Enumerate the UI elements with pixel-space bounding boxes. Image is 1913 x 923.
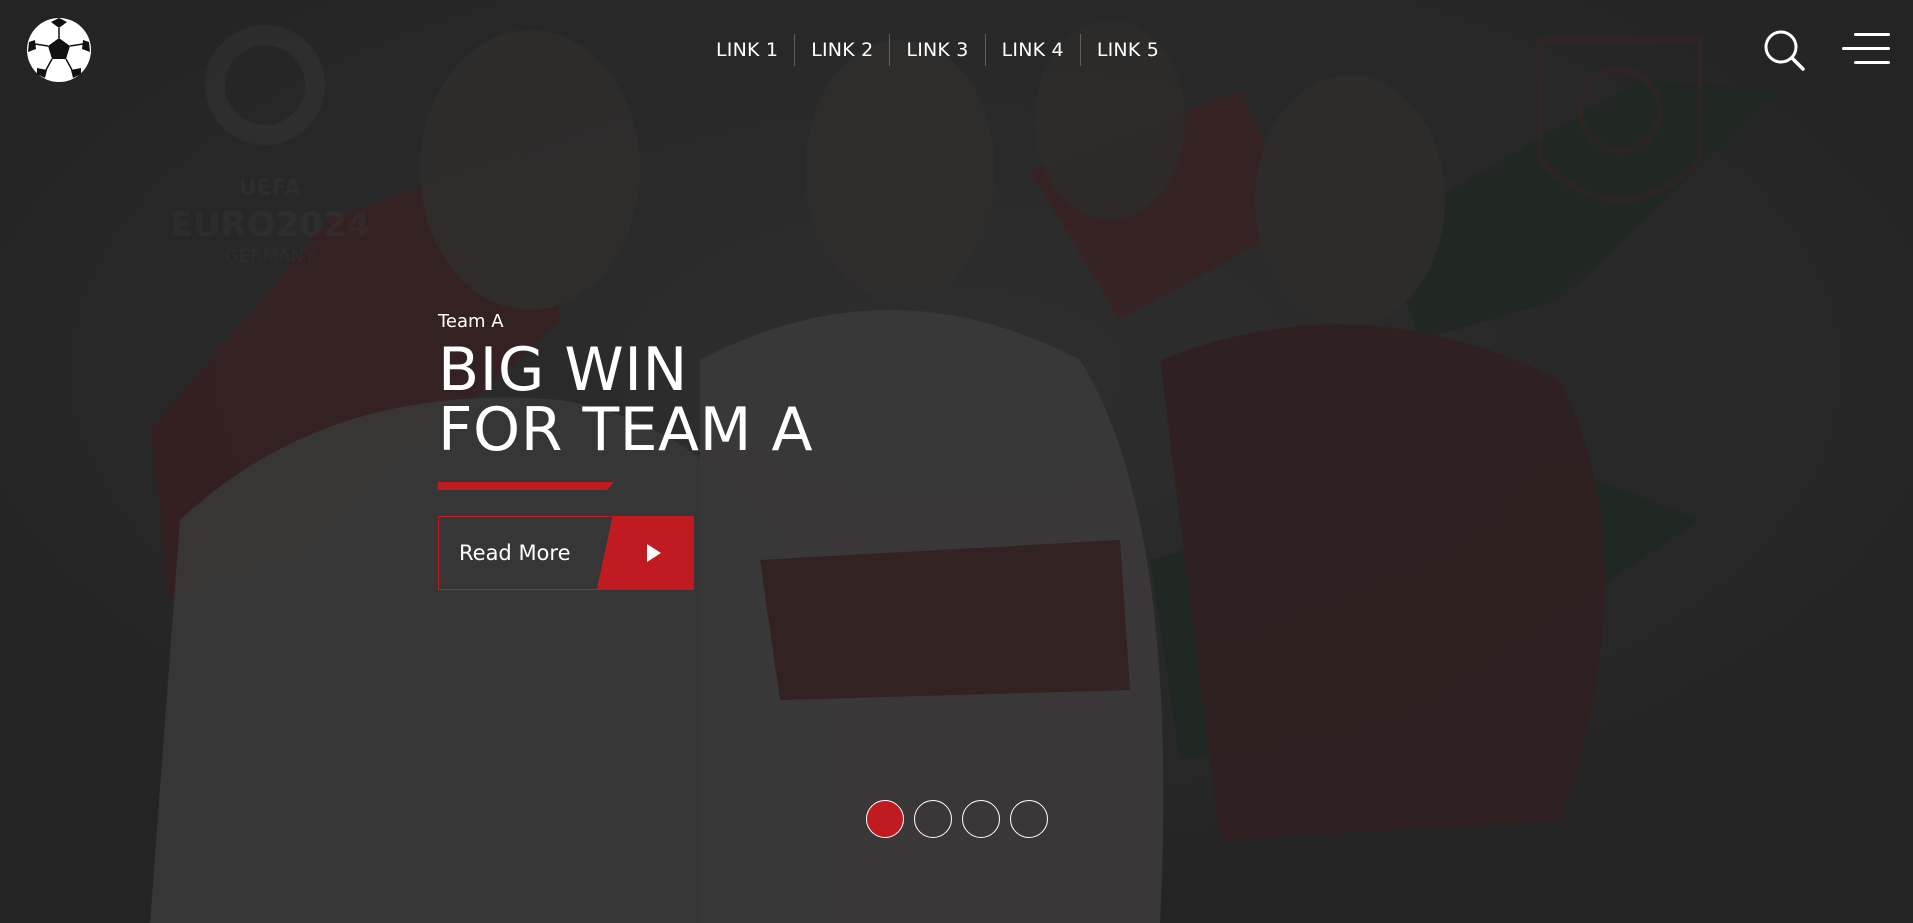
hero-headline: BIG WIN FOR TEAM A bbox=[438, 340, 813, 460]
hamburger-menu-icon bbox=[1842, 47, 1890, 50]
slider-dot-4[interactable] bbox=[1010, 800, 1048, 838]
hero-kicker: Team A bbox=[438, 311, 504, 332]
nav-link-3[interactable]: LINK 3 bbox=[890, 34, 984, 66]
soccer-ball-icon bbox=[27, 18, 91, 82]
hero-content: Team A BIG WIN FOR TEAM A Read More bbox=[438, 310, 813, 590]
read-more-label: Read More bbox=[459, 541, 571, 565]
read-more-arrow-block bbox=[597, 517, 693, 589]
hamburger-menu-icon bbox=[1854, 33, 1890, 36]
menu-button[interactable] bbox=[1842, 33, 1890, 67]
main-nav: LINK 1 LINK 2 LINK 3 LINK 4 LINK 5 bbox=[700, 34, 1175, 66]
hero-headline-line-2: FOR TEAM A bbox=[438, 395, 813, 465]
play-arrow-icon bbox=[647, 544, 661, 562]
site-logo[interactable] bbox=[25, 16, 93, 84]
slider-pagination bbox=[866, 800, 1048, 838]
read-more-button[interactable]: Read More bbox=[438, 516, 694, 590]
nav-link-1[interactable]: LINK 1 bbox=[700, 34, 794, 66]
hamburger-menu-icon bbox=[1854, 61, 1890, 64]
slider-dot-1[interactable] bbox=[866, 800, 904, 838]
slider-dot-2[interactable] bbox=[914, 800, 952, 838]
hero-dark-overlay bbox=[0, 0, 1913, 923]
nav-link-2[interactable]: LINK 2 bbox=[795, 34, 889, 66]
hero-headline-line-1: BIG WIN bbox=[438, 335, 688, 405]
hero-background: UEFA EURO2024 GERMANY bbox=[0, 0, 1913, 923]
search-icon bbox=[1764, 30, 1805, 71]
nav-link-5[interactable]: LINK 5 bbox=[1081, 34, 1175, 66]
slider-dot-3[interactable] bbox=[962, 800, 1000, 838]
site-header: LINK 1 LINK 2 LINK 3 LINK 4 LINK 5 bbox=[0, 0, 1913, 100]
nav-link-4[interactable]: LINK 4 bbox=[986, 34, 1080, 66]
headline-accent-bar bbox=[438, 482, 614, 490]
search-button[interactable] bbox=[1762, 28, 1806, 72]
